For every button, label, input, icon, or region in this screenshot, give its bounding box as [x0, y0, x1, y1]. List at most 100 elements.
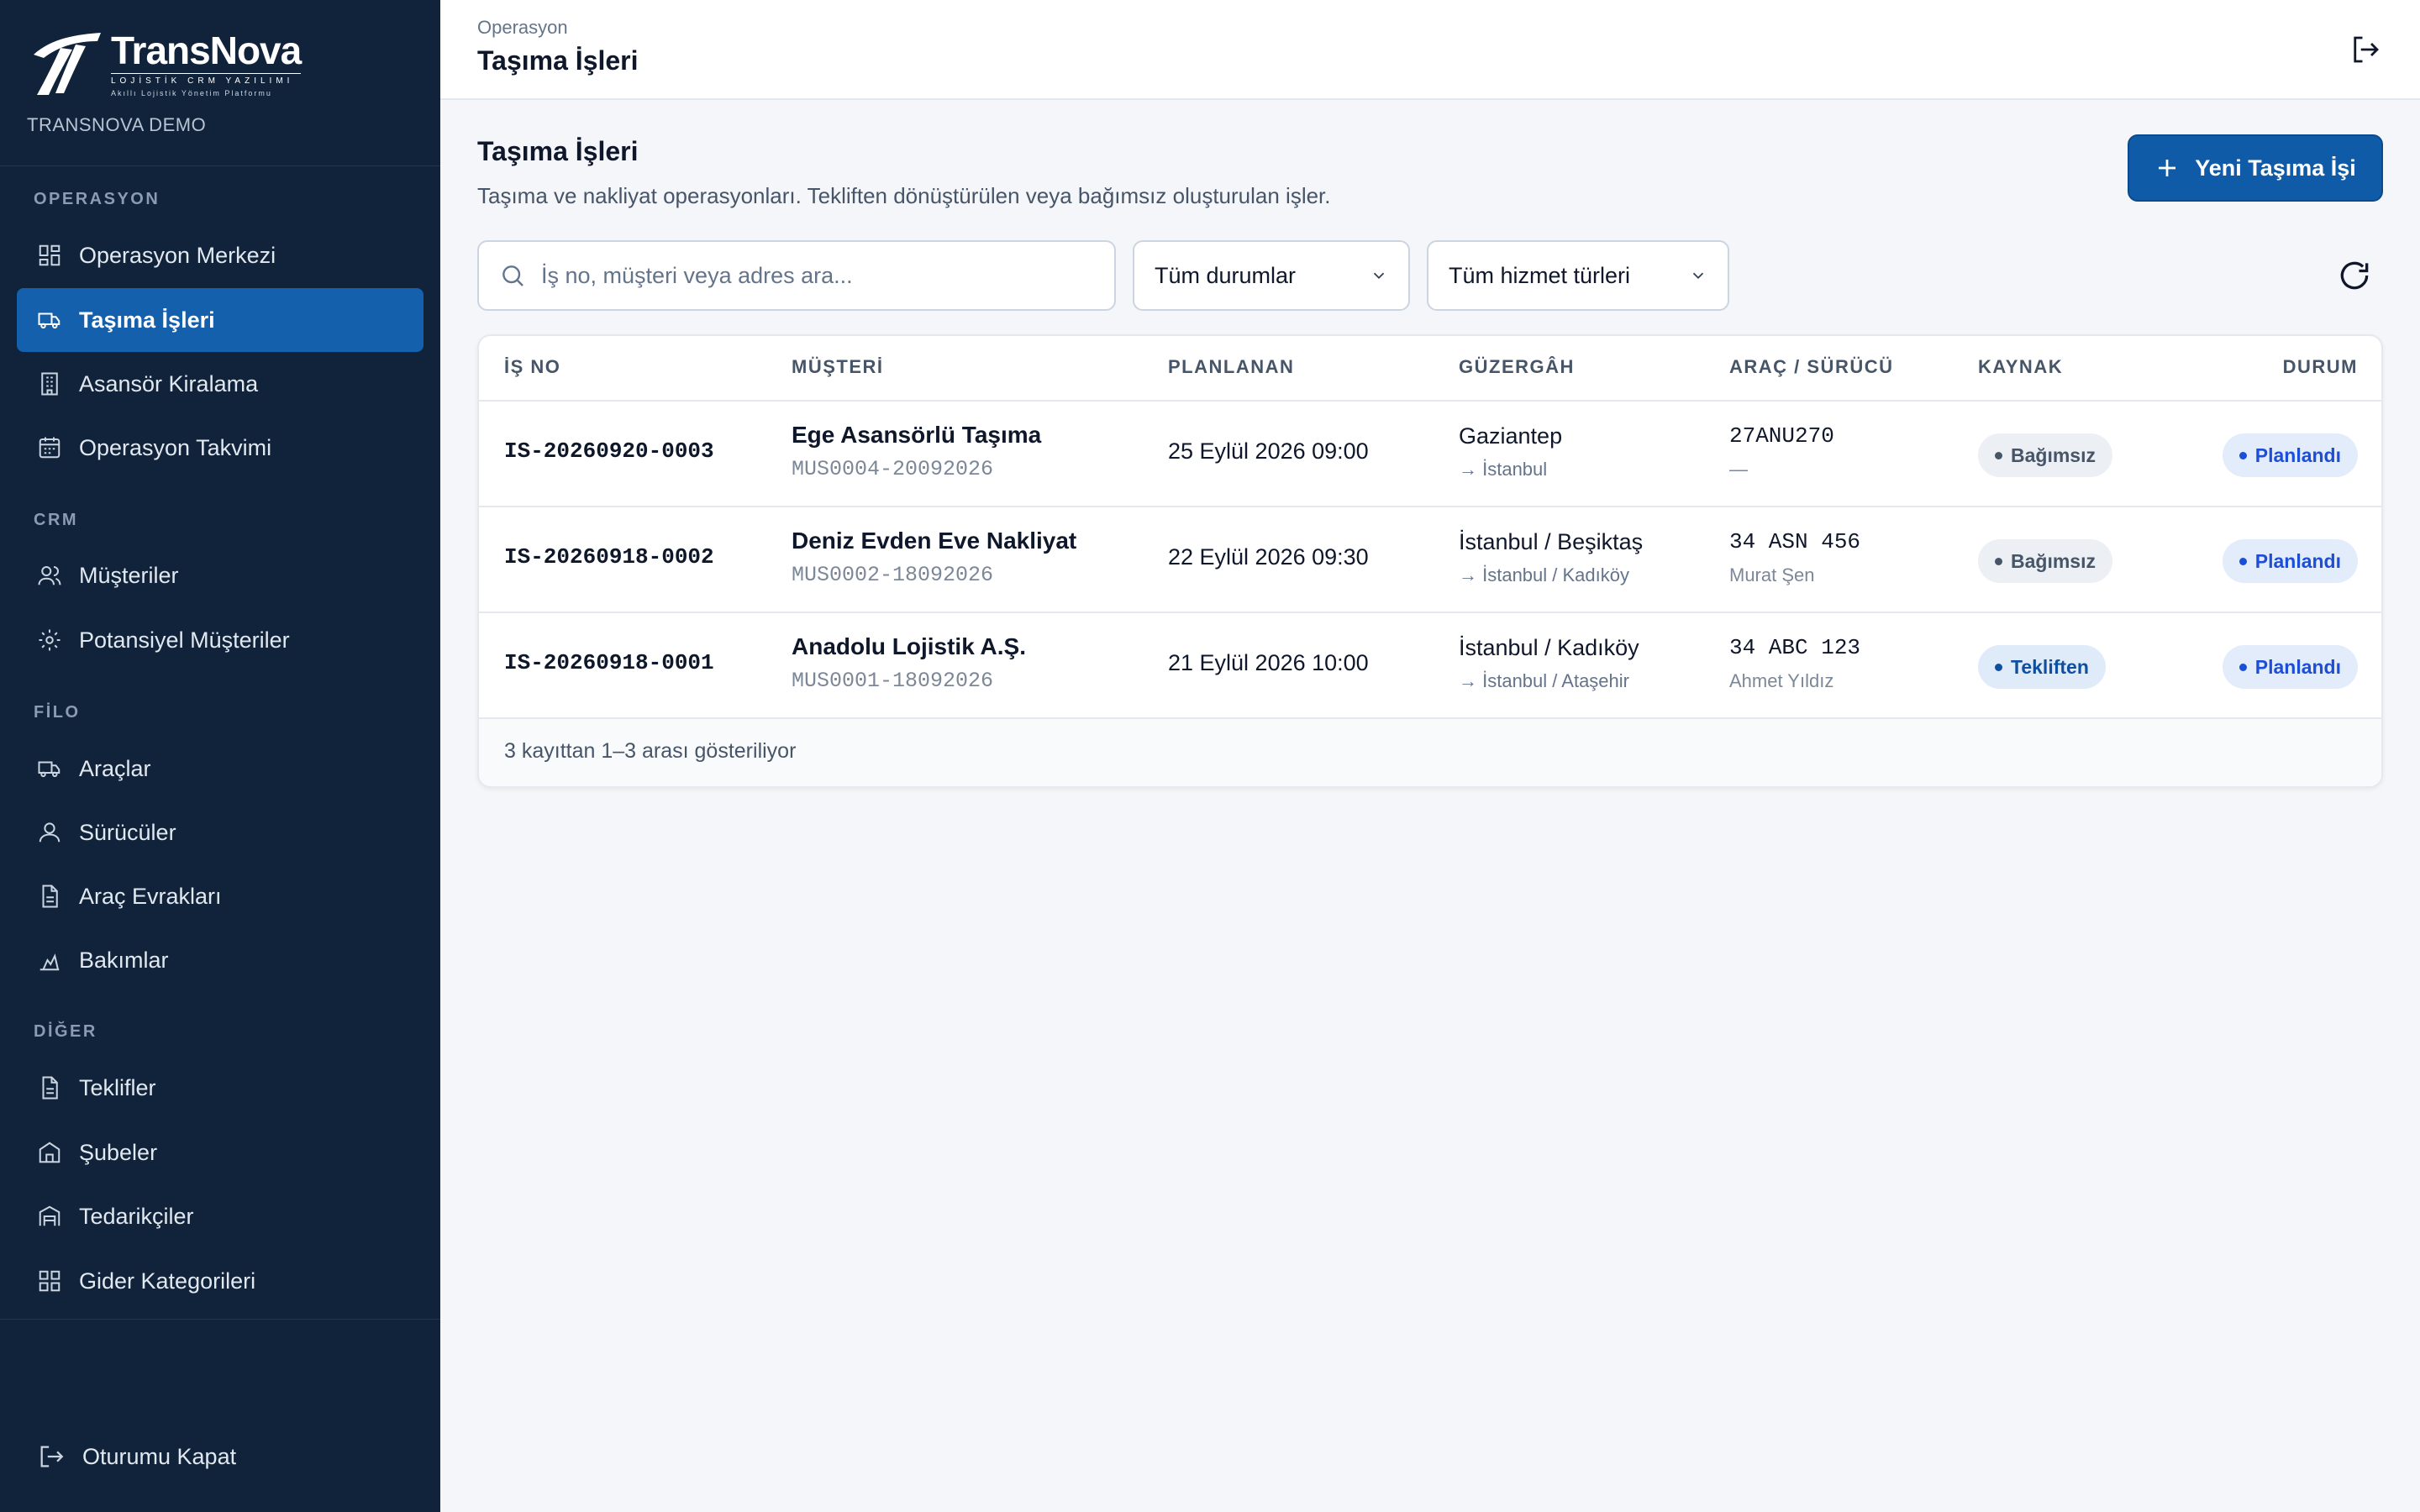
customer-name: Anadolu Lojistik A.Ş.	[792, 633, 1026, 659]
plus-icon	[2159, 160, 2176, 176]
customer-code: MUS0002-18092026	[792, 563, 994, 587]
status-label: Planlandı	[2254, 655, 2341, 678]
top-header: Operasyon Taşıma İşleri	[440, 0, 2420, 100]
section-diger: DİĞER	[34, 1022, 97, 1041]
users-icon	[38, 566, 61, 585]
column-header-kaynak[interactable]: KAYNAK	[1978, 356, 2063, 378]
customer-name: Ege Asansörlü Taşıma	[792, 422, 1042, 448]
service-filter-select[interactable]: Tüm hizmet türleri	[1427, 240, 1729, 311]
sidebar-item-tedarikciler[interactable]: Tedarikçiler	[17, 1184, 424, 1248]
column-header-is-no[interactable]: İŞ NO	[504, 356, 560, 378]
sidebar-item-teklifler[interactable]: Teklifler	[17, 1056, 424, 1120]
planned-date: 22 Eylül 2026 09:30	[1168, 544, 1369, 570]
wrench-icon	[39, 953, 60, 971]
section-description: Taşıma ve nakliyat operasyonları. Teklif…	[477, 183, 1331, 208]
chevron-down-icon	[1692, 272, 1704, 280]
user-icon	[39, 822, 60, 843]
sidebar-logout-button[interactable]: Oturumu Kapat	[17, 1425, 424, 1488]
source-label: Bağımsız	[2011, 444, 2096, 466]
sidebar-item-musteriler[interactable]: Müşteriler	[17, 543, 424, 607]
customer-code: MUS0004-20092026	[792, 457, 994, 481]
sidebar-item-label: Gider Kategorileri	[79, 1268, 256, 1294]
column-header-planlanan[interactable]: PLANLANAN	[1168, 356, 1294, 378]
job-number[interactable]: IS-20260918-0001	[504, 650, 714, 675]
column-header-musteri[interactable]: MÜŞTERİ	[792, 356, 884, 378]
logout-icon[interactable]	[2348, 32, 2383, 67]
sidebar-item-label: Taşıma İşleri	[79, 307, 215, 333]
logo[interactable]: TransNova LOJİSTİK CRM YAZILIMI Akıllı L…	[27, 30, 413, 97]
pagination-summary: 3 kayıttan 1–3 arası gösteriliyor	[504, 739, 797, 763]
vehicle-plate: 34 ABC 123	[1729, 635, 1861, 660]
logo-title: TransNova	[111, 28, 302, 72]
logout-icon	[40, 1446, 64, 1467]
status-filter-value: Tüm durumlar	[1155, 262, 1297, 288]
sidebar-item-operasyon-takvimi[interactable]: Operasyon Takvimi	[17, 416, 424, 480]
sidebar-item-label: Araçlar	[79, 755, 151, 781]
column-header-arac-surucu[interactable]: ARAÇ / SÜRÜCÜ	[1729, 356, 1894, 378]
sidebar-item-label: Tedarikçiler	[79, 1203, 194, 1229]
status-badge: Planlandı	[2222, 539, 2358, 583]
search-input[interactable]	[541, 262, 1079, 289]
brand-area: TransNova LOJİSTİK CRM YAZILIMI Akıllı L…	[0, 0, 440, 166]
document-icon	[42, 1076, 58, 1100]
sidebar-item-label: Operasyon Merkezi	[79, 242, 276, 268]
dashboard-icon	[39, 244, 60, 266]
sidebar-item-asansor-kiralama[interactable]: Asansör Kiralama	[17, 352, 424, 416]
table-row[interactable]: IS-20260918-0002 Deniz Evden Eve Nakliya…	[479, 507, 2381, 613]
section-operasyon: OPERASYON	[34, 190, 160, 208]
section-filo: FİLO	[34, 703, 81, 722]
table-row[interactable]: IS-20260920-0003 Ege Asansörlü Taşıma MU…	[479, 402, 2381, 507]
truck-icon	[38, 312, 60, 329]
sidebar-item-araclar[interactable]: Araçlar	[17, 737, 424, 801]
route-from: İstanbul / Beşiktaş	[1459, 529, 1644, 554]
sidebar-item-arac-evraklari[interactable]: Araç Evrakları	[17, 864, 424, 928]
vehicle-plate: 27ANU270	[1729, 423, 1834, 449]
sidebar-item-subeler[interactable]: Şubeler	[17, 1121, 424, 1184]
new-button-label: Yeni Taşıma İşi	[2195, 155, 2356, 181]
search-box[interactable]	[477, 240, 1116, 311]
breadcrumb[interactable]: Operasyon	[477, 17, 568, 39]
table-header: İŞ NO MÜŞTERİ PLANLANAN GÜZERGÂH ARAÇ / …	[479, 336, 2381, 402]
source-badge: Bağımsız	[1978, 433, 2112, 477]
status-label: Planlandı	[2254, 444, 2341, 466]
driver-name: Ahmet Yıldız	[1729, 670, 1834, 691]
sidebar-item-label: Araç Evrakları	[79, 883, 222, 909]
section-title: Taşıma İşleri	[477, 136, 639, 166]
page-title: Taşıma İşleri	[477, 45, 639, 76]
sidebar-item-label: Teklifler	[79, 1074, 156, 1100]
company-name: TRANSNOVA DEMO	[27, 114, 207, 135]
route-to: → İstanbul	[1459, 459, 1548, 480]
job-number[interactable]: IS-20260920-0003	[504, 438, 714, 464]
sparkle-icon	[39, 629, 60, 651]
refresh-icon[interactable]	[2336, 257, 2373, 294]
sidebar-item-bakimlar[interactable]: Bakımlar	[17, 928, 424, 992]
sidebar-item-suruculer[interactable]: Sürücüler	[17, 801, 424, 864]
sidebar: TransNova LOJİSTİK CRM YAZILIMI Akıllı L…	[0, 0, 440, 1512]
logo-tagline: LOJİSTİK CRM YAZILIMI	[111, 72, 302, 86]
new-transport-job-button[interactable]: Yeni Taşıma İşi	[2128, 134, 2383, 202]
sidebar-item-label: Müşteriler	[79, 562, 179, 588]
table-row[interactable]: IS-20260918-0001 Anadolu Lojistik A.Ş. M…	[479, 613, 2381, 719]
route-from: Gaziantep	[1459, 423, 1563, 449]
customer-code: MUS0001-18092026	[792, 669, 994, 693]
badge-dot	[1995, 451, 2002, 459]
sidebar-divider	[0, 1319, 440, 1320]
sidebar-item-operasyon-merkezi[interactable]: Operasyon Merkezi	[17, 223, 424, 287]
badge-dot	[2238, 557, 2247, 565]
sidebar-item-potansiyel-musteriler[interactable]: Potansiyel Müşteriler	[17, 608, 424, 672]
sidebar-item-label: Şubeler	[79, 1139, 158, 1165]
status-badge: Planlandı	[2222, 433, 2358, 477]
planned-date: 21 Eylül 2026 10:00	[1168, 650, 1369, 675]
job-number[interactable]: IS-20260918-0002	[504, 544, 714, 570]
status-filter-select[interactable]: Tüm durumlar	[1133, 240, 1410, 311]
status-badge: Planlandı	[2222, 645, 2358, 689]
sidebar-item-tasima-isleri[interactable]: Taşıma İşleri	[17, 288, 424, 352]
column-header-durum[interactable]: DURUM	[2283, 356, 2358, 378]
section-crm: CRM	[34, 511, 79, 529]
truck-icon	[38, 761, 60, 778]
warehouse-icon	[39, 1205, 60, 1226]
logo-mark-icon	[34, 33, 101, 95]
column-header-guzergah[interactable]: GÜZERGÂH	[1459, 356, 1575, 378]
sidebar-item-gider-kategorileri[interactable]: Gider Kategorileri	[17, 1249, 424, 1313]
vehicle-plate: 34 ASN 456	[1729, 529, 1861, 554]
